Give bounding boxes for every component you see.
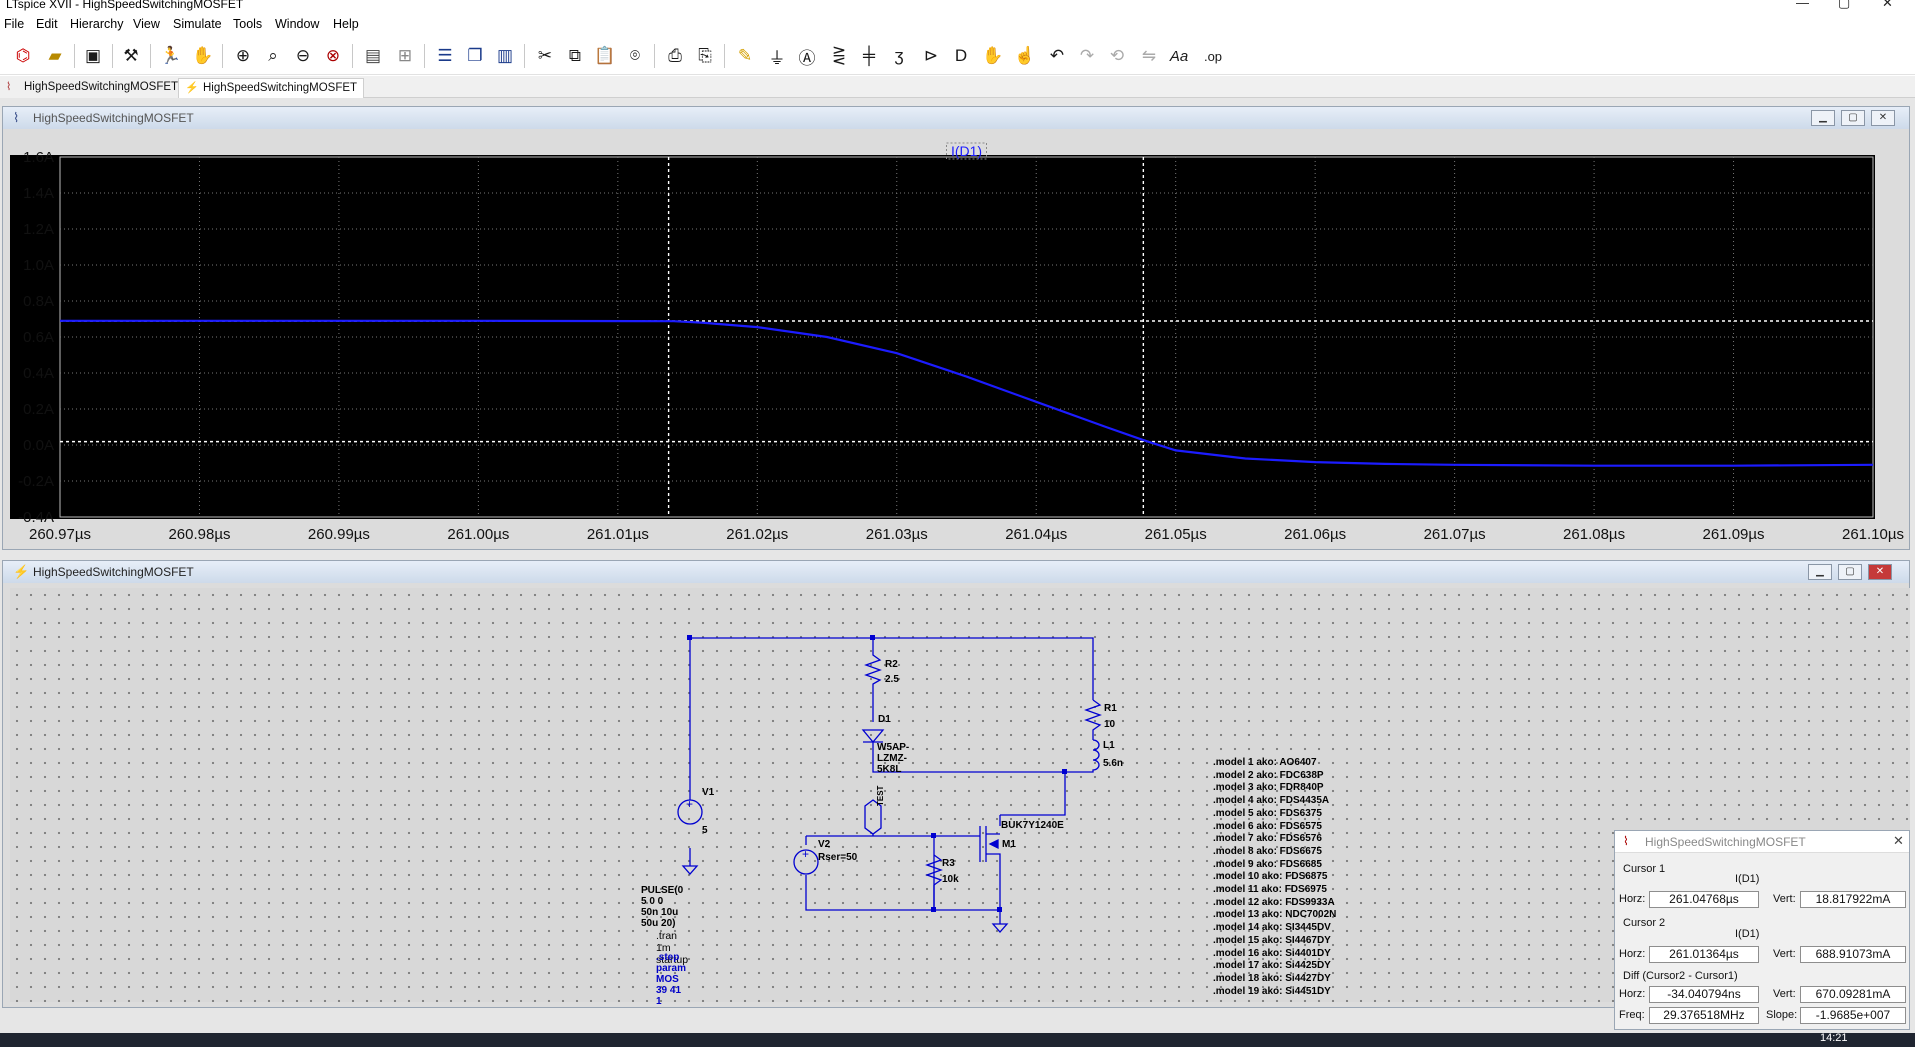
model-directive-1: .model 1 ako: AO6407	[1213, 757, 1317, 768]
cursor2-horz-field[interactable]: 261.01364µs	[1649, 946, 1759, 963]
model-directive-16: .model 16 ako: Si4401DY	[1213, 947, 1331, 959]
wire-drain	[1000, 772, 1066, 816]
label-r1-name: R1	[1104, 703, 1117, 714]
svg-text:+: +	[686, 797, 693, 811]
model-directive-11: .model 11 ako: FDS6975	[1213, 884, 1327, 896]
cursor1-vert-field[interactable]: 18.817922mA	[1800, 891, 1906, 908]
diff-vert-label: Vert:	[1773, 988, 1796, 1000]
slope-label: Slope:	[1766, 1009, 1798, 1021]
taskbar-clock: 14:21	[1820, 1032, 1848, 1044]
ground-m1	[991, 923, 1009, 933]
model-directive-10: .model 10 ako: FDS6875	[1213, 871, 1328, 883]
cursor2-label: Cursor 2	[1623, 917, 1666, 929]
model-directive-9: .model 9 ako: FDS6685	[1213, 858, 1322, 870]
mosfet-m1	[979, 815, 1001, 910]
cursor-readout-panel: ⌇ HighSpeedSwitchingMOSFET ✕ Cursor 1 I(…	[1614, 830, 1910, 1030]
model-directive-14: .model 14 ako: SI3445DV	[1213, 922, 1331, 934]
model-directive-5: .model 5 ako: FDS6375	[1213, 807, 1322, 819]
cursor2-trace: I(D1)	[1735, 928, 1760, 940]
label-r3-name: R3	[942, 858, 955, 869]
slope-field[interactable]: -1.9685e+007	[1800, 1007, 1906, 1024]
directive-step[interactable]: .step param MOS 39 41 1	[656, 952, 686, 1007]
label-r3-value: 10k	[942, 874, 959, 885]
model-directive-2: .model 2 ako: FDC638P	[1213, 769, 1324, 781]
label-v2-value: Rser=50	[818, 852, 858, 863]
cursor1-horz-field[interactable]: 261.04768µs	[1649, 891, 1759, 908]
cursor-panel-title: HighSpeedSwitchingMOSFET	[1645, 835, 1806, 849]
taskbar: 14:21	[0, 1032, 1915, 1047]
resistor-r1	[1084, 699, 1102, 740]
label-d1-name: D1	[878, 714, 891, 725]
model-directive-13: .model 13 ako: NDC7002N	[1213, 909, 1337, 921]
cursor-panel-close-button[interactable]: ✕	[1893, 833, 1904, 849]
label-r2-name: R2	[885, 659, 898, 670]
cursor1-label: Cursor 1	[1623, 863, 1666, 875]
svg-text:+: +	[802, 847, 809, 861]
model-directive-19: .model 19 ako: Si4451DY	[1213, 985, 1331, 997]
cursor-panel-titlebar: ⌇ HighSpeedSwitchingMOSFET ✕	[1615, 831, 1909, 853]
model-directive-12: .model 12 ako: FDS9933A	[1213, 896, 1335, 908]
label-r2-value: 2.5	[885, 674, 899, 685]
diff-horz-field[interactable]: -34.040794ns	[1649, 986, 1759, 1003]
label-l1-name: L1	[1103, 740, 1115, 751]
label-d1-value: W5AP-LZMZ-5K8L	[877, 742, 910, 775]
cursor1-horz-label: Horz:	[1619, 893, 1646, 905]
diff-vert-field[interactable]: 670.09281mA	[1800, 986, 1906, 1003]
resistor-r2	[864, 638, 882, 722]
inductor-l1	[1065, 739, 1100, 773]
label-test: TEST	[876, 785, 885, 806]
cursor1-trace: I(D1)	[1735, 873, 1760, 885]
label-m1-value: BUK7Y1240E	[1001, 820, 1064, 831]
model-directive-8: .model 8 ako: FDS6675	[1213, 845, 1322, 857]
label-v2-pulse: PULSE(0 5 0 0 50n 10u 50u 20)	[641, 885, 684, 929]
diff-horz-label: Horz:	[1619, 988, 1646, 1000]
cursor2-vert-field[interactable]: 688.91073mA	[1800, 946, 1906, 963]
label-v1-value: 5	[702, 825, 708, 836]
model-directive-7: .model 7 ako: FDS6576	[1213, 833, 1322, 845]
model-directive-18: .model 18 ako: Si4427DY	[1213, 972, 1331, 984]
freq-field[interactable]: 29.376518MHz	[1649, 1007, 1759, 1024]
cursor2-vert-label: Vert:	[1773, 948, 1796, 960]
label-v1-name: V1	[702, 787, 715, 798]
diode-d1	[861, 729, 885, 744]
cursor1-vert-label: Vert:	[1773, 893, 1796, 905]
model-directives[interactable]: .model 1 ako: AO6407 .model 2 ako: FDC638…	[1213, 757, 1336, 998]
model-directive-4: .model 4 ako: FDS4435A	[1213, 795, 1330, 807]
label-m1-name: M1	[1002, 839, 1016, 850]
label-l1-value: 5.6n	[1103, 758, 1124, 769]
freq-label: Freq:	[1619, 1009, 1645, 1021]
model-directive-6: .model 6 ako: FDS6575	[1213, 820, 1322, 832]
model-directive-15: .model 15 ako: SI4467DY	[1213, 934, 1331, 946]
model-directive-3: .model 3 ako: FDR840P	[1213, 782, 1324, 794]
ground-v1	[681, 865, 699, 875]
diff-label: Diff (Cursor2 - Cursor1)	[1623, 970, 1738, 982]
label-r1-value: 10	[1104, 719, 1116, 730]
model-directive-17: .model 17 ako: Si4425DY	[1213, 960, 1331, 972]
cursor2-horz-label: Horz:	[1619, 948, 1646, 960]
waveform-icon: ⌇	[1623, 834, 1629, 848]
label-v2-name: V2	[818, 839, 831, 850]
